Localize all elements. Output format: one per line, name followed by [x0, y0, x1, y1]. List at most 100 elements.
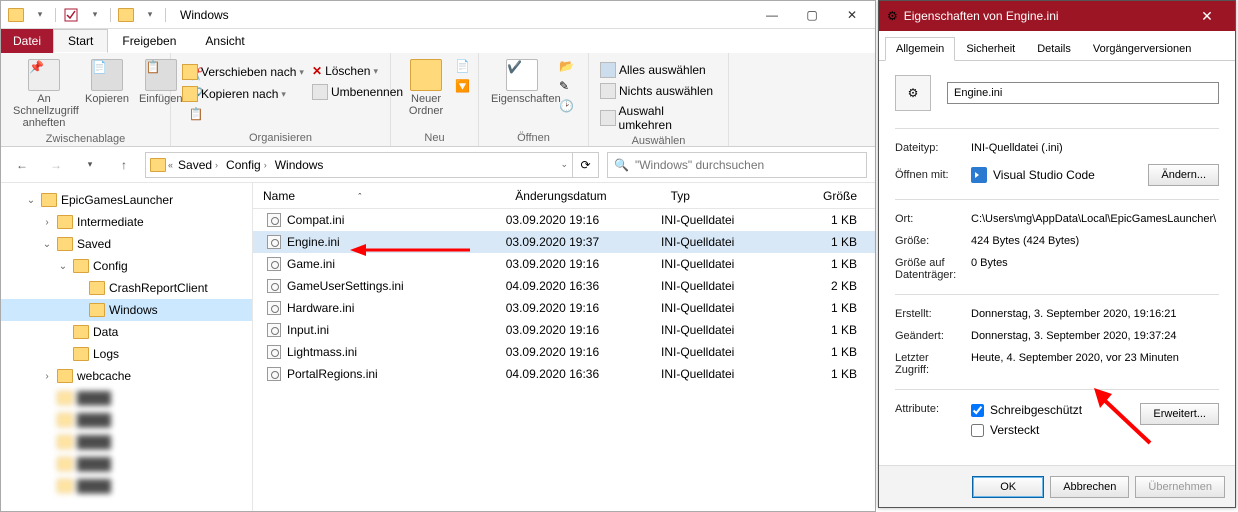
tab-file[interactable]: Datei [1, 29, 53, 53]
tab-share[interactable]: Freigeben [108, 29, 191, 53]
forward-button[interactable]: → [43, 152, 69, 178]
folder-icon [182, 86, 198, 102]
tree-item[interactable]: Windows [1, 299, 252, 321]
tab-previous[interactable]: Vorgängerversionen [1082, 37, 1202, 61]
filename-input[interactable] [947, 82, 1219, 104]
table-row[interactable]: Game.ini03.09.2020 19:16INI-Quelldatei1 … [253, 253, 875, 275]
readonly-checkbox[interactable]: Schreibgeschützt [971, 403, 1134, 417]
crumb[interactable]: Saved› [175, 158, 221, 172]
cancel-button[interactable]: Abbrechen [1050, 476, 1129, 498]
refresh-button[interactable]: ⟳ [573, 152, 599, 178]
table-row[interactable]: Hardware.ini03.09.2020 19:16INI-Quelldat… [253, 297, 875, 319]
size-value: 424 Bytes (424 Bytes) [971, 235, 1219, 247]
change-button[interactable]: Ändern... [1148, 164, 1219, 186]
ini-file-icon [267, 345, 281, 359]
table-row[interactable]: Lightmass.ini03.09.2020 19:16INI-Quellda… [253, 341, 875, 363]
chevron-down-icon[interactable]: ⌄ [560, 159, 568, 170]
tree-item-obscured: ████ [1, 475, 252, 497]
properties-button[interactable]: ✔️Eigenschaften [487, 57, 557, 113]
column-headers[interactable]: Name ˆ Änderungsdatum Typ Größe [253, 183, 875, 209]
table-row[interactable]: Compat.ini03.09.2020 19:16INI-Quelldatei… [253, 209, 875, 231]
tree-item[interactable]: ⌄EpicGamesLauncher [1, 189, 252, 211]
folder-icon [57, 237, 73, 251]
ok-button[interactable]: OK [972, 476, 1044, 498]
col-name[interactable]: Name ˆ [253, 189, 505, 203]
qa-dropdown-icon[interactable]: ▾ [141, 6, 159, 24]
delete-icon: ✕ [312, 64, 322, 78]
back-button[interactable]: ← [9, 152, 35, 178]
hidden-checkbox[interactable]: Versteckt [971, 423, 1134, 437]
file-list: Name ˆ Änderungsdatum Typ Größe Compat.i… [253, 183, 875, 511]
edit-icon[interactable]: ✎ [559, 79, 574, 93]
tree-item[interactable]: ⌄Saved [1, 233, 252, 255]
col-type[interactable]: Typ [661, 189, 797, 203]
tree-item[interactable]: CrashReportClient [1, 277, 252, 299]
up-button[interactable]: ↑ [111, 152, 137, 178]
qa-dropdown-icon[interactable]: ▾ [31, 6, 49, 24]
tree-item[interactable]: ⌄Config [1, 255, 252, 277]
label: Attribute: [895, 403, 965, 415]
table-row[interactable]: Input.ini03.09.2020 19:16INI-Quelldatei1… [253, 319, 875, 341]
advanced-button[interactable]: Erweitert... [1140, 403, 1219, 425]
qa-dropdown-icon[interactable]: ▾ [86, 6, 104, 24]
easy-access-icon[interactable]: 🔽 [455, 79, 470, 93]
folder-icon [89, 303, 105, 317]
folder-tree[interactable]: ⌄EpicGamesLauncher›Intermediate⌄Saved⌄Co… [1, 183, 253, 511]
col-date[interactable]: Änderungsdatum [505, 189, 660, 203]
copy-button[interactable]: 📄Kopieren [81, 57, 133, 131]
history-icon[interactable]: 🕑 [559, 99, 574, 113]
folder-icon [73, 259, 89, 273]
label: Größe auf Datenträger: [895, 257, 965, 281]
search-field[interactable] [635, 158, 860, 172]
new-item-icon[interactable]: 📄 [455, 59, 470, 73]
table-row[interactable]: Engine.ini03.09.2020 19:37INI-Quelldatei… [253, 231, 875, 253]
table-row[interactable]: GameUserSettings.ini04.09.2020 16:36INI-… [253, 275, 875, 297]
dialog-footer: OK Abbrechen Übernehmen [879, 465, 1235, 507]
dialog-titlebar: ⚙ Eigenschaften von Engine.ini ✕ [879, 1, 1235, 31]
vscode-icon [971, 167, 987, 183]
tree-item[interactable]: ›Intermediate [1, 211, 252, 233]
rename-button[interactable]: Umbenennen [309, 83, 406, 101]
close-button[interactable]: ✕ [835, 5, 869, 25]
table-row[interactable]: PortalRegions.ini04.09.2020 16:36INI-Que… [253, 363, 875, 385]
tab-view[interactable]: Ansicht [191, 29, 259, 53]
label: Letzter Zugriff: [895, 352, 965, 376]
folder-icon [150, 158, 166, 172]
tree-item[interactable]: Data [1, 321, 252, 343]
select-none-icon [600, 83, 616, 99]
tab-start[interactable]: Start [53, 29, 108, 53]
tree-item-obscured: ████ [1, 409, 252, 431]
tree-item-obscured: ████ [1, 387, 252, 409]
apply-button[interactable]: Übernehmen [1135, 476, 1225, 498]
select-none-button[interactable]: Nichts auswählen [597, 82, 720, 100]
tree-item-obscured: ████ [1, 453, 252, 475]
pin-button[interactable]: 📌An Schnellzugriff anheften [9, 57, 79, 131]
checkbox-icon[interactable] [62, 6, 80, 24]
crumb[interactable]: Windows [272, 158, 327, 172]
maximize-button[interactable]: ▢ [795, 5, 829, 25]
ini-file-icon [267, 301, 281, 315]
ini-file-icon [267, 367, 281, 381]
tree-item[interactable]: Logs [1, 343, 252, 365]
open-icon[interactable]: 📂 [559, 59, 574, 73]
col-size[interactable]: Größe [797, 189, 875, 203]
new-folder-button[interactable]: Neuer Ordner [399, 57, 453, 119]
delete-button[interactable]: ✕Löschen▾ [309, 63, 406, 79]
recent-button[interactable]: ▾ [77, 152, 103, 178]
explorer-window: ▾ ▾ ▾ Windows — ▢ ✕ Datei Start Freigebe… [0, 0, 876, 512]
close-button[interactable]: ✕ [1187, 2, 1227, 30]
tab-details[interactable]: Details [1026, 37, 1082, 61]
ini-file-icon [267, 279, 281, 293]
folder-icon [73, 347, 89, 361]
tree-item[interactable]: ›webcache [1, 365, 252, 387]
minimize-button[interactable]: — [755, 5, 789, 25]
crumb[interactable]: Config› [223, 158, 270, 172]
open-with-value: Visual Studio Code [993, 168, 1095, 182]
search-input[interactable]: 🔍 [607, 152, 867, 178]
tab-general[interactable]: Allgemein [885, 37, 955, 61]
select-all-button[interactable]: Alles auswählen [597, 61, 720, 79]
ribbon: 📌An Schnellzugriff anheften 📄Kopieren 📋E… [1, 53, 875, 147]
tab-security[interactable]: Sicherheit [955, 37, 1026, 61]
breadcrumb[interactable]: « Saved› Config› Windows ⌄ [145, 152, 573, 178]
invert-selection-button[interactable]: Auswahl umkehren [597, 103, 720, 133]
